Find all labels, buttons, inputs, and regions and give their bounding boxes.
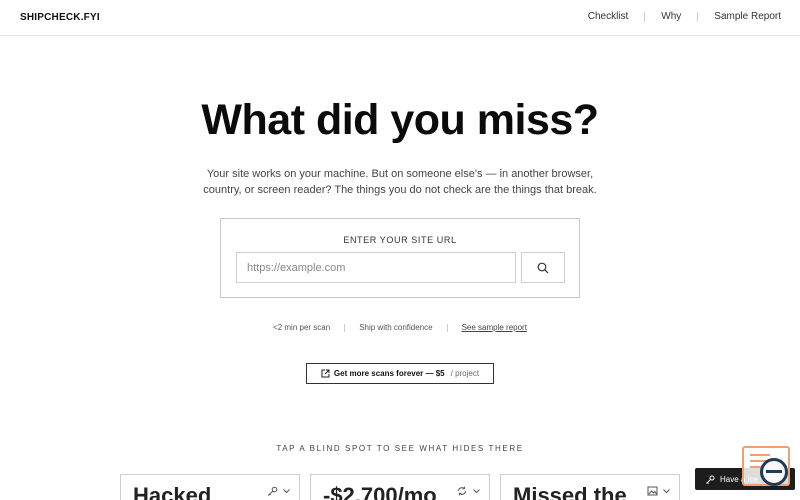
refresh-icon bbox=[458, 486, 466, 496]
main-nav: Checklist Why Sample Report bbox=[588, 11, 781, 22]
confidence-note: Ship with confidence bbox=[359, 323, 433, 332]
cta-suffix: / project bbox=[450, 369, 480, 378]
meta-divider bbox=[344, 323, 346, 332]
blind-spot-card-revenue[interactable]: -$2,700/mo bbox=[310, 474, 490, 500]
url-scan-panel: ENTER YOUR SITE URL bbox=[220, 218, 580, 298]
card-title: Missed the bbox=[513, 483, 627, 500]
blind-spot-heading: TAP A BLIND SPOT TO SEE WHAT HIDES THERE bbox=[276, 444, 524, 453]
top-bar: SHIPCHECK.FYI Checklist Why Sample Repor… bbox=[0, 0, 800, 36]
brand-logo[interactable]: SHIPCHECK.FYI bbox=[20, 12, 100, 23]
external-link-icon bbox=[321, 369, 330, 378]
nav-link-sample-report[interactable]: Sample Report bbox=[714, 11, 781, 22]
cta-label: Get more scans forever — $5 bbox=[333, 369, 445, 378]
url-input[interactable] bbox=[236, 252, 516, 283]
card-icons bbox=[647, 486, 671, 496]
nav-link-checklist[interactable]: Checklist bbox=[588, 11, 629, 22]
card-icons bbox=[266, 486, 291, 496]
card-title: -$2,700/mo bbox=[323, 483, 437, 500]
chevron-down-icon bbox=[283, 489, 290, 494]
widget-lines bbox=[750, 454, 770, 456]
scan-button[interactable] bbox=[521, 252, 565, 283]
nav-divider bbox=[644, 11, 646, 22]
card-title: Hacked bbox=[133, 483, 212, 500]
nav-divider bbox=[697, 11, 699, 22]
hero-subtitle: Your site works on your machine. But on … bbox=[203, 168, 597, 196]
key-icon bbox=[706, 475, 715, 484]
search-icon bbox=[537, 262, 549, 273]
scan-meta-row: <2 min per scan Ship with confidence See… bbox=[0, 323, 800, 332]
sample-report-link[interactable]: See sample report bbox=[462, 323, 527, 332]
meta-divider bbox=[446, 323, 448, 332]
blind-spot-card-hacked[interactable]: Hacked bbox=[120, 474, 300, 500]
nav-link-why[interactable]: Why bbox=[661, 11, 681, 22]
chevron-down-icon bbox=[473, 489, 480, 494]
hero-title: What did you miss? bbox=[201, 96, 599, 144]
key-icon bbox=[267, 486, 278, 496]
chat-widget-icon[interactable] bbox=[742, 446, 790, 486]
card-icons bbox=[456, 486, 481, 496]
blind-spot-card-missed[interactable]: Missed the bbox=[500, 474, 680, 500]
scan-time-note: <2 min per scan bbox=[273, 323, 331, 332]
chevron-down-icon bbox=[663, 489, 670, 494]
buy-scans-button[interactable]: Get more scans forever — $5 / project bbox=[306, 363, 494, 384]
url-field-label: ENTER YOUR SITE URL bbox=[343, 235, 457, 245]
image-icon bbox=[647, 486, 658, 496]
widget-avatar bbox=[760, 458, 788, 486]
